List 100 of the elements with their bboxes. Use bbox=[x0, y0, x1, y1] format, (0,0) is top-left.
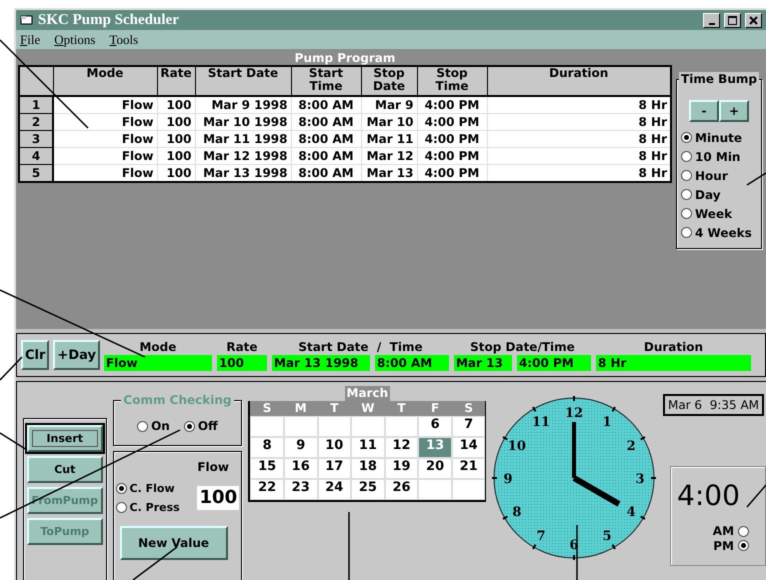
row-header[interactable]: 3 bbox=[19, 130, 53, 148]
calendar-day[interactable]: 8 bbox=[250, 437, 284, 458]
column-header[interactable]: Stop Time bbox=[417, 66, 487, 96]
menu-item[interactable]: Tools bbox=[109, 32, 138, 48]
radio-button[interactable]: PM bbox=[713, 538, 750, 553]
table-cell: Mar 10 1998 bbox=[195, 114, 291, 130]
table-cell: 100 bbox=[157, 96, 195, 114]
calendar-day[interactable]: 20 bbox=[418, 458, 452, 479]
table-cell: Mar 10 bbox=[361, 114, 417, 130]
radio-button[interactable]: AM bbox=[712, 524, 750, 538]
maximize-button[interactable] bbox=[724, 12, 741, 28]
table-title: Pump Program bbox=[294, 51, 396, 65]
calendar-day[interactable]: 25 bbox=[351, 479, 385, 500]
radio-button[interactable]: Off bbox=[184, 416, 218, 436]
calendar-day[interactable]: 13 bbox=[418, 437, 452, 458]
table-cell: Mar 9 1998 bbox=[195, 96, 291, 114]
column-header[interactable]: Mode bbox=[53, 66, 157, 96]
calendar-day[interactable]: 23 bbox=[284, 479, 318, 500]
entry-button[interactable]: Clr bbox=[21, 340, 50, 370]
column-header[interactable]: Start Time bbox=[291, 66, 361, 96]
group-title: Time Bump bbox=[679, 72, 759, 86]
edit-button[interactable]: Insert bbox=[27, 425, 103, 452]
calendar-day[interactable]: 11 bbox=[351, 437, 385, 458]
calendar-day[interactable]: 9 bbox=[284, 437, 318, 458]
calendar-day[interactable]: 16 bbox=[284, 458, 318, 479]
edit-button[interactable]: Cut bbox=[27, 456, 103, 483]
close-button[interactable] bbox=[745, 12, 762, 28]
calendar-month: March bbox=[344, 386, 390, 401]
radio-button[interactable]: On bbox=[137, 416, 170, 436]
entry-field[interactable]: 100 bbox=[216, 354, 267, 370]
table-cell: Mar 11 bbox=[361, 130, 417, 148]
entry-field[interactable]: Mar 13 1998 bbox=[272, 354, 370, 370]
column-header[interactable] bbox=[19, 66, 53, 96]
calendar-day[interactable]: 21 bbox=[452, 458, 486, 479]
weekday-label: S bbox=[452, 401, 486, 416]
column-header[interactable]: Duration bbox=[487, 66, 671, 96]
column-header[interactable]: Stop Date bbox=[361, 66, 417, 96]
new-value-button[interactable]: New Value bbox=[120, 526, 228, 560]
weekday-label: T bbox=[318, 401, 352, 416]
entry-field[interactable]: Mar 13 bbox=[454, 354, 512, 370]
radio-label: On bbox=[151, 419, 170, 433]
entry-field[interactable]: 4:00 PM bbox=[516, 354, 591, 370]
radio-button[interactable]: Hour bbox=[681, 166, 728, 185]
calendar-day[interactable]: 7 bbox=[452, 416, 486, 437]
entry-field[interactable]: 8 Hr bbox=[596, 354, 751, 370]
table-cell: 4:00 PM bbox=[417, 114, 487, 130]
menu-item[interactable]: Options bbox=[54, 32, 96, 48]
radio-button[interactable]: Day bbox=[681, 185, 721, 204]
bump-button[interactable]: - bbox=[689, 100, 719, 122]
radio-button[interactable]: C. Flow bbox=[116, 479, 196, 498]
radio-button[interactable]: C. Press bbox=[116, 498, 196, 517]
table-cell: Mar 12 bbox=[361, 148, 417, 164]
weekday-label: S bbox=[250, 401, 284, 416]
table-cell: Mar 12 1998 bbox=[195, 148, 291, 164]
calendar-day[interactable]: 10 bbox=[318, 437, 352, 458]
calendar-day[interactable]: 14 bbox=[452, 437, 486, 458]
close-icon bbox=[749, 16, 758, 24]
row-header[interactable]: 5 bbox=[19, 164, 53, 182]
radio-label: C. Flow bbox=[130, 482, 175, 495]
radio-button[interactable]: Minute bbox=[681, 128, 742, 147]
entry-field[interactable]: 8:00 AM bbox=[374, 354, 449, 370]
radio-button[interactable]: Week bbox=[681, 204, 732, 223]
table-cell: 4:00 PM bbox=[417, 96, 487, 114]
calendar-day[interactable]: 19 bbox=[384, 458, 418, 479]
calendar-day[interactable]: 22 bbox=[250, 479, 284, 500]
calendar-day[interactable]: 12 bbox=[384, 437, 418, 458]
entry-field[interactable]: Flow bbox=[104, 354, 212, 370]
calendar-day[interactable]: 18 bbox=[351, 458, 385, 479]
radio-button[interactable]: 10 Min bbox=[681, 147, 740, 166]
calendar-day[interactable]: 17 bbox=[318, 458, 352, 479]
minimize-button[interactable] bbox=[703, 12, 720, 28]
table-cell: 4:00 PM bbox=[417, 130, 487, 148]
weekday-label: T bbox=[384, 401, 418, 416]
maximize-icon bbox=[728, 16, 737, 24]
radio-button[interactable]: 4 Weeks bbox=[681, 223, 752, 242]
column-header[interactable]: Start Date bbox=[195, 66, 291, 96]
time-display: 4:00 bbox=[677, 479, 740, 512]
calendar-day[interactable]: 24 bbox=[318, 479, 352, 500]
bump-button[interactable]: + bbox=[719, 100, 749, 122]
radio-label: PM bbox=[713, 538, 734, 553]
table-cell: Flow bbox=[53, 114, 157, 130]
radio-label: Off bbox=[198, 419, 218, 433]
entry-button[interactable]: +Day bbox=[53, 340, 100, 370]
column-header[interactable]: Rate bbox=[157, 66, 195, 96]
calendar-day[interactable]: 15 bbox=[250, 458, 284, 479]
table-cell: 100 bbox=[157, 148, 195, 164]
minimize-icon bbox=[708, 22, 714, 24]
row-header[interactable]: 2 bbox=[19, 114, 53, 130]
row-header[interactable]: 1 bbox=[19, 96, 53, 114]
row-header[interactable]: 4 bbox=[19, 148, 53, 164]
table-cell: Mar 11 1998 bbox=[195, 130, 291, 148]
calendar-day[interactable]: 6 bbox=[418, 416, 452, 437]
table-cell: 8:00 AM bbox=[291, 96, 361, 114]
calendar-day[interactable]: 26 bbox=[384, 479, 418, 500]
weekday-label: F bbox=[418, 401, 452, 416]
field-label: Stop Date/Time bbox=[469, 340, 576, 354]
weekday-label: M bbox=[284, 401, 318, 416]
table-cell: Flow bbox=[53, 96, 157, 114]
menu-item[interactable]: File bbox=[20, 32, 40, 48]
table-cell: 100 bbox=[157, 130, 195, 148]
